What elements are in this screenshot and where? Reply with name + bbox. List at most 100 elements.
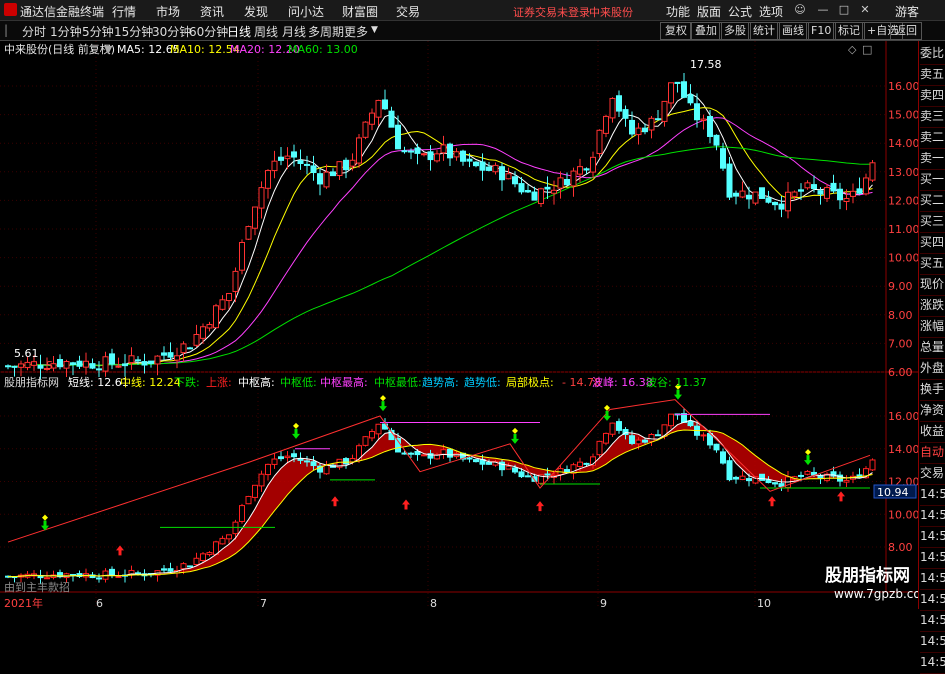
period-tab-monthly[interactable]: 月线 — [282, 23, 306, 40]
more-dropdown-icon[interactable]: ▼ — [371, 25, 378, 35]
ma5-line — [7, 93, 873, 368]
menu-market[interactable]: 市场 — [156, 3, 180, 20]
menu-news[interactable]: 资讯 — [200, 3, 224, 20]
low-price-marker: 5.61 — [14, 347, 39, 360]
indicator-candle-body — [44, 577, 50, 580]
indicator-candle-body — [232, 521, 239, 535]
guest-label[interactable]: 游客 — [895, 3, 919, 20]
menu-options[interactable]: 选项 — [759, 3, 783, 20]
month-label-6: 6 — [96, 597, 103, 609]
back-button[interactable]: 返回 — [890, 22, 922, 40]
menu-ask-xiaoda[interactable]: 问小达 — [288, 3, 324, 20]
mark-button[interactable]: 标记 — [833, 22, 865, 40]
side-panel-item[interactable]: 14:56 — [920, 484, 945, 506]
period-tab-1min[interactable]: 1分钟 — [50, 23, 82, 40]
side-panel-item[interactable]: 14:56 — [920, 610, 945, 632]
local-extreme-marker-icon — [380, 395, 386, 402]
candle-body — [681, 81, 687, 98]
indicator-candle-body — [616, 421, 622, 431]
period-tab-intraday[interactable]: 分时 — [22, 23, 46, 40]
user-icon[interactable]: ☺ — [792, 2, 808, 18]
indicator-candle-body — [772, 482, 778, 485]
period-tab-15min[interactable]: 15分钟 — [114, 23, 153, 40]
draw-line-button[interactable]: 画线 — [777, 22, 809, 40]
indicator-candle-body — [726, 460, 733, 481]
period-tab-daily[interactable]: 日线 — [227, 23, 251, 40]
minimize-icon[interactable]: — — [815, 2, 831, 18]
indicator-legend-item: 趋势高: — [422, 375, 459, 389]
price-tick-label: 8.00 — [888, 309, 913, 322]
period-tab-60min[interactable]: 60分钟 — [189, 23, 228, 40]
side-panel-item[interactable]: 14:56 — [920, 589, 945, 611]
side-panel-item[interactable]: 14:56 — [920, 652, 945, 674]
candle-body — [765, 197, 772, 203]
candle-body — [271, 160, 278, 172]
candle-body — [206, 324, 213, 329]
side-panel-item[interactable]: 自动 — [920, 442, 945, 464]
ma20-line — [7, 117, 873, 368]
close-icon[interactable]: ✕ — [857, 2, 873, 18]
chart-option-icon[interactable]: ◇ — [848, 43, 857, 56]
ma10-line — [7, 107, 873, 368]
menu-discover[interactable]: 发现 — [244, 3, 268, 20]
stock-title: 中来股份(日线 前复权) — [4, 42, 115, 56]
month-label-7: 7 — [260, 597, 267, 609]
candle-body — [525, 189, 531, 193]
date-axis: 2021年 6 7 8 9 10 — [4, 596, 771, 609]
menu-formula[interactable]: 公式 — [728, 3, 752, 20]
chart-close-icon[interactable]: □ — [862, 43, 872, 56]
side-panel-item[interactable]: 14:56 — [920, 547, 945, 569]
period-tab-weekly[interactable]: 周线 — [254, 23, 278, 40]
legend-settings-icon[interactable]: ▼ — [104, 43, 113, 56]
candle-body — [668, 82, 674, 104]
side-panel-item: 卖一 — [920, 148, 945, 170]
indicator-candle-body — [713, 443, 720, 451]
kline-chart[interactable]: 16.00 15.00 14.00 13.00 12.00 11.00 10.00 9.00 8… — [0, 41, 918, 609]
menu-wealth-circle[interactable]: 财富圈 — [342, 3, 378, 20]
candle-body — [330, 171, 336, 177]
indicator-candle-body — [343, 458, 349, 465]
candle-body — [174, 355, 180, 361]
indicator-candle-body — [739, 475, 746, 481]
side-panel-item[interactable]: 14:56 — [920, 568, 945, 590]
period-tab-more[interactable]: 更多 — [344, 23, 368, 40]
buy-arrow-icon — [536, 501, 544, 512]
side-panel-item: 卖五 — [920, 64, 945, 86]
side-panel-item[interactable]: 14:56 — [920, 526, 945, 548]
multi-stock-button[interactable]: 多股 — [719, 22, 751, 40]
side-panel-item[interactable]: 14:56 — [920, 505, 945, 527]
candle-body — [336, 161, 343, 176]
maximize-icon[interactable]: □ — [836, 2, 852, 18]
adjust-button[interactable]: 复权 — [660, 22, 692, 40]
candle-body — [837, 188, 843, 201]
menu-function[interactable]: 功能 — [666, 3, 690, 20]
menu-trade[interactable]: 交易 — [396, 3, 420, 20]
side-panel-item[interactable]: 14:56 — [920, 631, 945, 653]
candle-body — [661, 100, 668, 122]
period-tab-5min[interactable]: 5分钟 — [82, 23, 114, 40]
side-panel-item: 换手 — [920, 379, 945, 401]
overlay-button[interactable]: 叠加 — [690, 22, 722, 40]
year-label: 2021年 — [4, 596, 43, 609]
candle-body — [356, 137, 362, 164]
candlestick-series[interactable] — [5, 72, 876, 380]
candle-body — [395, 124, 401, 150]
short-line — [8, 419, 873, 578]
period-tab-30min[interactable]: 30分钟 — [152, 23, 191, 40]
indicator-candle-body — [700, 434, 707, 437]
menu-layout[interactable]: 版面 — [697, 3, 721, 20]
candle-body — [518, 183, 525, 193]
f10-button[interactable]: F10 — [806, 22, 837, 40]
price-tick-label: 15.00 — [888, 109, 918, 122]
indicator-legend-item: 波谷: 11.37 — [646, 376, 707, 389]
candle-body — [427, 151, 434, 161]
candle-body — [89, 363, 96, 369]
indicator-candle-body — [746, 478, 752, 482]
indicator-candle-body — [687, 420, 694, 427]
menu-market-quote[interactable]: 行情 — [112, 3, 136, 20]
statistics-button[interactable]: 统计 — [748, 22, 780, 40]
buy-arrow-icon — [116, 545, 124, 556]
period-tab-multi[interactable]: 多周期 — [308, 23, 344, 40]
side-panel-item[interactable]: 交易 — [920, 463, 945, 485]
candle-body — [252, 206, 258, 229]
